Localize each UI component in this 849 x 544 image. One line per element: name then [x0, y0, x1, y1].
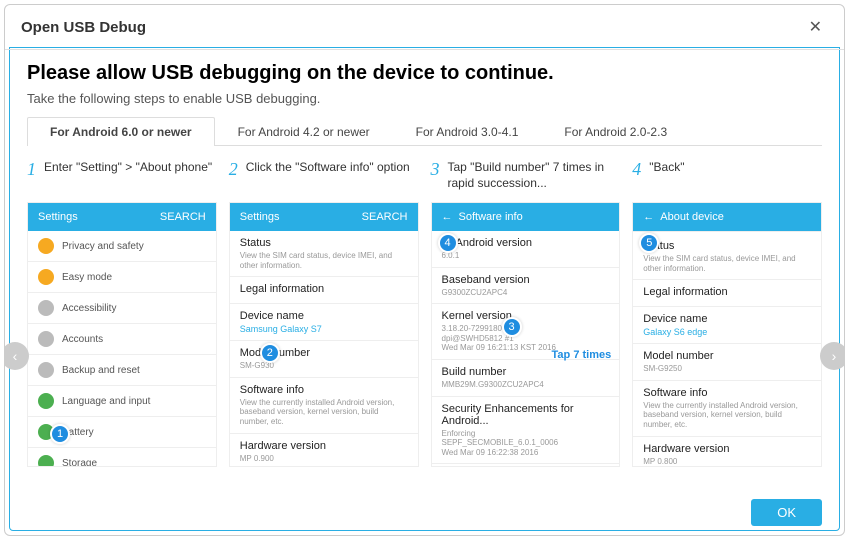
phone-1: SettingsSEARCH Privacy and safety Easy m…	[27, 202, 217, 467]
close-icon[interactable]: ✕	[803, 15, 828, 39]
step-2: 2 Click the "Software info" option Setti…	[229, 160, 419, 467]
tab-android-3[interactable]: For Android 3.0-4.1	[393, 117, 542, 146]
tab-android-6[interactable]: For Android 6.0 or newer	[27, 117, 215, 146]
back-arrow-icon: ←	[643, 211, 654, 223]
modal: Open USB Debug ✕ Please allow USB debugg…	[4, 4, 845, 536]
step-text-1: Enter "Setting" > "About phone"	[44, 160, 212, 194]
step-num-3: 3	[431, 160, 440, 194]
next-icon[interactable]: ›	[820, 342, 845, 370]
tab-android-42[interactable]: For Android 4.2 or newer	[215, 117, 393, 146]
tabs: For Android 6.0 or newer For Android 4.2…	[27, 116, 822, 146]
lang-icon	[38, 393, 54, 409]
phone-2: SettingsSEARCH StatusView the SIM card s…	[229, 202, 419, 467]
back-arrow-icon: ←	[442, 211, 453, 223]
prev-icon[interactable]: ‹	[4, 342, 29, 370]
sub-heading: Take the following steps to enable USB d…	[27, 91, 822, 106]
step-text-4: "Back"	[649, 160, 684, 194]
step-num-4: 4	[632, 160, 641, 194]
modal-title: Open USB Debug	[21, 19, 146, 36]
tap-hint: Tap 7 times	[552, 349, 612, 361]
step-4: 4 "Back" ←About device StatusView the SI…	[632, 160, 822, 467]
step-1: 1 Enter "Setting" > "About phone" Settin…	[27, 160, 217, 467]
step-3: 3 Tap "Build number" 7 times in rapid su…	[431, 160, 621, 467]
phone-3: ←Software info Android version6.0.1 Base…	[431, 202, 621, 467]
main-heading: Please allow USB debugging on the device…	[27, 62, 822, 85]
callout-1: 1	[50, 424, 70, 444]
storage-icon	[38, 455, 54, 467]
step-num-2: 2	[229, 160, 238, 194]
phone-4: ←About device StatusView the SIM card st…	[632, 202, 822, 467]
step-num-1: 1	[27, 160, 36, 194]
modal-header: Open USB Debug ✕	[5, 5, 844, 50]
step-text-3: Tap "Build number" 7 times in rapid succ…	[448, 160, 621, 194]
callout-3: 3	[502, 317, 522, 337]
access-icon	[38, 300, 54, 316]
steps: 1 Enter "Setting" > "About phone" Settin…	[27, 160, 822, 467]
callout-2: 2	[260, 343, 280, 363]
callout-4: 4	[438, 233, 458, 253]
tab-android-2[interactable]: For Android 2.0-2.3	[541, 117, 690, 146]
accounts-icon	[38, 331, 54, 347]
easy-icon	[38, 269, 54, 285]
ok-button[interactable]: OK	[751, 499, 822, 526]
backup-icon	[38, 362, 54, 378]
step-text-2: Click the "Software info" option	[246, 160, 410, 194]
privacy-icon	[38, 238, 54, 254]
